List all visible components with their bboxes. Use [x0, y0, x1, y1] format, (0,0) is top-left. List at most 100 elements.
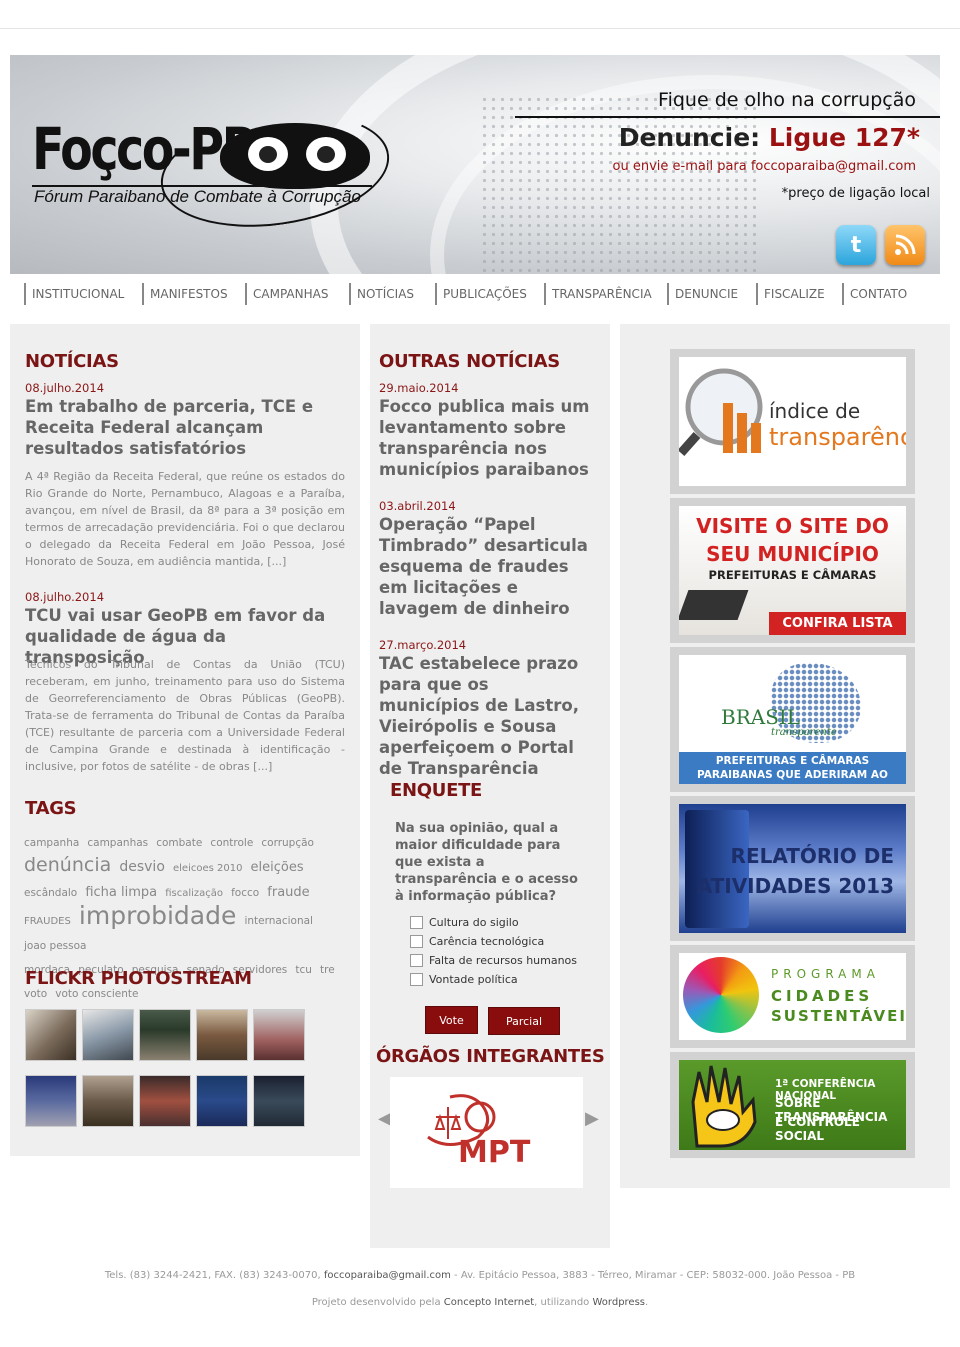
banner-brasil-frame: BRASIL transparente PREFEITURAS E CÂMARA… — [670, 647, 915, 792]
poll-option[interactable]: Carência tecnológica — [410, 933, 544, 949]
nav-institucional[interactable]: INSTITUCIONAL — [24, 283, 124, 305]
nav-transparencia[interactable]: TRANSPARÊNCIA — [544, 283, 652, 305]
tag-link[interactable]: eleicoes 2010 — [173, 863, 242, 874]
tag-link[interactable]: controle — [210, 837, 253, 849]
banner-relatorio-atividades[interactable]: RELATÓRIO DE ATIVIDADES 2013 — [679, 804, 906, 933]
tag-link[interactable]: denúncia — [24, 854, 111, 876]
tag-link[interactable]: fraude — [267, 885, 309, 900]
header-email[interactable]: ou envie e-mail para foccoparaiba@gmail.… — [613, 159, 916, 174]
footer-text: , utilizando — [534, 1297, 590, 1308]
banner-text: PREFEITURAS E CÂMARAS PARAIBANAS QUE ADE… — [679, 752, 906, 784]
flickr-thumbnail[interactable] — [25, 1009, 77, 1061]
banner-text: CIDADES — [771, 987, 874, 1005]
news-headline[interactable]: TAC estabelece prazo para que os municíp… — [379, 653, 594, 779]
color-wheel-icon — [683, 957, 759, 1033]
tag-link[interactable]: FRAUDES — [24, 916, 71, 927]
tag-link[interactable]: joao pessoa — [24, 940, 86, 952]
banner-brasil-transparente[interactable]: BRASIL transparente PREFEITURAS E CÂMARA… — [679, 655, 906, 784]
tag-link[interactable]: internacional — [244, 915, 313, 927]
tag-link[interactable]: improbidade — [79, 901, 236, 930]
checkbox[interactable] — [410, 953, 423, 967]
tag-link[interactable]: tre — [320, 964, 335, 976]
tag-link[interactable]: tcu — [295, 964, 312, 976]
footer-company-link[interactable]: Concepto Internet — [444, 1297, 534, 1308]
news-column: NOTÍCIAS 08.julho.2014 Em trabalho de pa… — [10, 324, 360, 1156]
vote-button[interactable]: Vote — [425, 1006, 478, 1034]
logo-subtitle: Fórum Paraibano de Combate à Corrupção — [34, 187, 361, 206]
news-headline[interactable]: Em trabalho de parceria, TCE e Receita F… — [25, 396, 345, 459]
banner-indice-frame: índice de transparência — [670, 349, 915, 494]
header-banner: Foçco-PB Fórum Paraibano de Combate à Co… — [10, 55, 940, 274]
banner-conferencia-nacional[interactable]: 1ª CONFERÊNCIA NACIONAL SOBRE TRANSPARÊN… — [679, 1060, 906, 1150]
footer-text: . — [645, 1297, 649, 1308]
footer-email-link[interactable]: foccoparaiba@gmail.com — [324, 1270, 451, 1281]
tag-link[interactable]: ficha limpa — [85, 885, 157, 900]
tag-link[interactable]: combate — [156, 837, 202, 849]
other-news-column: OUTRAS NOTÍCIAS 29.maio.2014 Focco publi… — [370, 324, 610, 1248]
orgaos-title: ÓRGÃOS INTEGRANTES — [376, 1046, 605, 1067]
poll-option[interactable]: Cultura do sigilo — [410, 914, 519, 930]
nav-campanhas[interactable]: CAMPANHAS — [245, 283, 328, 305]
hand-icon — [691, 1065, 757, 1148]
news-headline[interactable]: Focco publica mais um levantamento sobre… — [379, 396, 594, 480]
orgao-logo-card[interactable]: MPT — [390, 1077, 583, 1188]
flickr-thumbnail[interactable] — [139, 1075, 191, 1127]
flickr-thumbnail[interactable] — [196, 1075, 248, 1127]
banner-cidades-sustentaveis[interactable]: PROGRAMA CIDADES SUSTENTÁVEIS — [679, 953, 906, 1040]
nav-denuncie[interactable]: DENUNCIE — [667, 283, 738, 305]
flickr-thumbnail[interactable] — [139, 1009, 191, 1061]
tag-link[interactable]: desvio — [119, 859, 165, 875]
tag-link[interactable]: campanhas — [87, 837, 148, 849]
tag-link[interactable]: campanha — [24, 837, 79, 849]
poll-option[interactable]: Vontade política — [410, 971, 518, 987]
poll-option-label: Vontade política — [429, 972, 518, 986]
book-icon — [685, 810, 749, 928]
outras-noticias-title: OUTRAS NOTÍCIAS — [379, 351, 560, 372]
footer-platform-link[interactable]: Wordpress — [592, 1297, 645, 1308]
mpt-logo-icon — [427, 1094, 496, 1146]
poll-option-label: Falta de recursos humanos — [429, 953, 578, 967]
news-date: 08.julho.2014 — [25, 590, 105, 604]
checkbox[interactable] — [410, 915, 423, 929]
flickr-thumbnail[interactable] — [82, 1075, 134, 1127]
tag-link[interactable]: fiscalização — [165, 888, 223, 899]
tag-link[interactable]: focco — [231, 887, 259, 899]
tag-link[interactable]: voto consciente — [55, 988, 138, 1000]
rss-icon[interactable] — [885, 225, 925, 265]
tag-link[interactable]: eleições — [251, 860, 304, 875]
nav-fiscalize[interactable]: FISCALIZE — [756, 283, 825, 305]
mpt-logo-text: MPT — [458, 1135, 531, 1170]
news-headline[interactable]: Operação “Papel Timbrado” desarticula es… — [379, 514, 594, 619]
tag-link[interactable]: voto — [24, 988, 47, 1000]
nav-noticias[interactable]: NOTÍCIAS — [349, 283, 414, 305]
carousel-next-icon[interactable]: ▶ — [585, 1108, 599, 1129]
parcial-button[interactable]: Parcial — [488, 1007, 560, 1035]
banner-text: SEU MUNICÍPIO — [706, 542, 879, 566]
tag-link[interactable]: corrupção — [261, 837, 314, 849]
flickr-thumbnail[interactable] — [82, 1009, 134, 1061]
banner-cidades-frame: PROGRAMA CIDADES SUSTENTÁVEIS — [670, 945, 915, 1048]
checkbox[interactable] — [410, 934, 423, 948]
twitter-icon[interactable]: t — [836, 225, 876, 265]
tag-link[interactable]: escândalo — [24, 887, 77, 899]
banners-column: índice de transparência VISITE O SITE DO… — [620, 324, 950, 1188]
checkbox[interactable] — [410, 972, 423, 986]
news-date: 03.abril.2014 — [379, 499, 456, 513]
banner-municipio-frame: VISITE O SITE DO SEU MUNICÍPIO PREFEITUR… — [670, 498, 915, 643]
nav-contato[interactable]: CONTATO — [842, 283, 907, 305]
banner-visite-municipio[interactable]: VISITE O SITE DO SEU MUNICÍPIO PREFEITUR… — [679, 506, 906, 635]
flickr-thumbnail[interactable] — [253, 1075, 305, 1127]
nav-manifestos[interactable]: MANIFESTOS — [142, 283, 228, 305]
flickr-thumbnail[interactable] — [25, 1075, 77, 1127]
flickr-thumbnail[interactable] — [253, 1009, 305, 1061]
flickr-thumbnail[interactable] — [196, 1009, 248, 1061]
banner-text: ATIVIDADES 2013 — [696, 874, 894, 898]
banner-text: SUSTENTÁVEIS — [771, 1007, 906, 1025]
owl-eye-icon — [306, 137, 346, 171]
header-tagline: Fique de olho na corrupção — [658, 89, 916, 111]
news-date: 08.julho.2014 — [25, 381, 105, 395]
header-dot-pattern — [480, 95, 760, 274]
nav-publicacoes[interactable]: PUBLICAÇÕES — [435, 283, 527, 305]
banner-indice-transparencia[interactable]: índice de transparência — [679, 357, 906, 486]
poll-option[interactable]: Falta de recursos humanos — [410, 952, 577, 968]
